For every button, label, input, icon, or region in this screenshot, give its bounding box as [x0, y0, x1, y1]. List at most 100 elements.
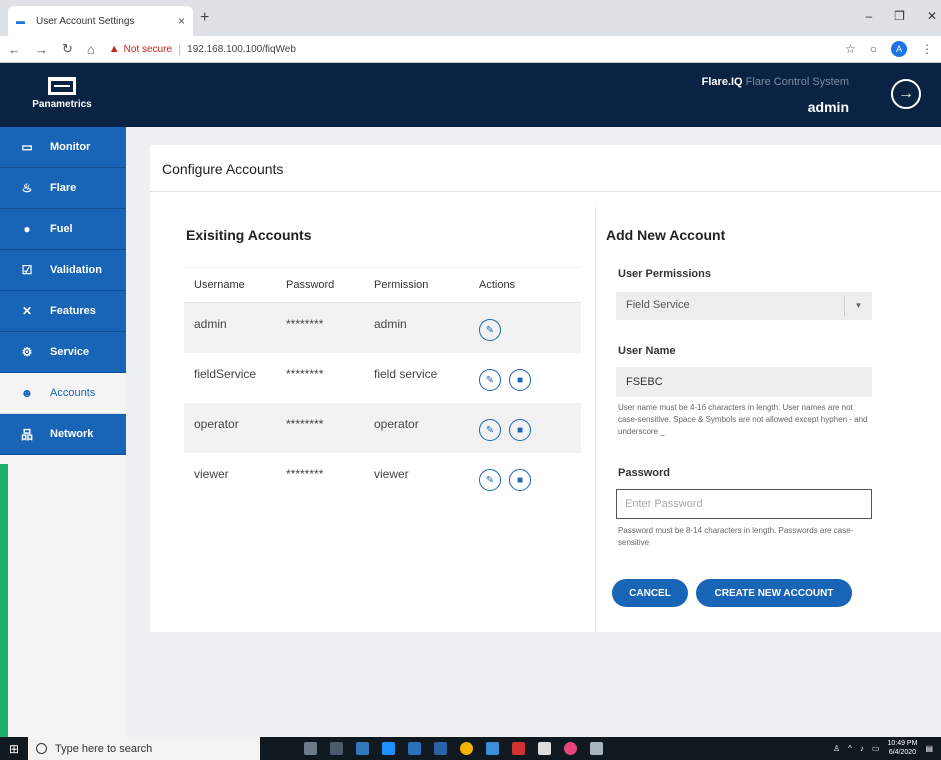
delete-trash-icon[interactable]: ■	[509, 469, 531, 491]
calculator-icon[interactable]	[330, 742, 343, 755]
sidebar-item-label: Validation	[50, 264, 102, 276]
reload-icon[interactable]: ↻	[62, 41, 73, 57]
username-input[interactable]: FSEBC	[616, 367, 872, 397]
row-password: ********	[286, 417, 324, 431]
sidebar-item-label: Monitor	[50, 141, 91, 153]
clock[interactable]: 10:49 PM 6/4/2020	[887, 739, 917, 757]
sidebar-item-service[interactable]: ⚙ Service	[0, 332, 126, 373]
col-username: Username	[194, 279, 245, 291]
cancel-button[interactable]: CANCEL	[612, 579, 688, 607]
edit-pencil-icon[interactable]: ✎	[479, 369, 501, 391]
people-icon[interactable]: ♙	[833, 744, 840, 753]
task-view-icon[interactable]	[304, 742, 317, 755]
row-password: ********	[286, 467, 324, 481]
url-text[interactable]: 192.168.100.100/fiqWeb	[187, 44, 296, 55]
sidebar-item-features[interactable]: ✕ Features	[0, 291, 126, 332]
photos-icon[interactable]	[590, 742, 603, 755]
password-input[interactable]	[616, 489, 872, 519]
permissions-label: User Permissions	[618, 268, 711, 280]
home-icon[interactable]: ⌂	[87, 42, 95, 57]
network-app-icon[interactable]	[486, 742, 499, 755]
drop-icon: ●	[23, 222, 31, 236]
page-title: Configure Accounts	[162, 161, 284, 177]
address-bar-actions: ☆ ○ A ⋮	[845, 41, 933, 57]
row-permission: field service	[374, 367, 438, 381]
more-menu-icon[interactable]: ⋮	[921, 42, 933, 56]
create-account-button[interactable]: CREATE NEW ACCOUNT	[696, 579, 852, 607]
password-hint: Password must be 8-14 characters in leng…	[618, 526, 854, 547]
sidebar-item-fuel[interactable]: ● Fuel	[0, 209, 126, 250]
extension-icon[interactable]: ○	[870, 42, 877, 56]
minimize-icon[interactable]: –	[865, 9, 872, 23]
row-actions: ✎	[479, 317, 581, 341]
taskbar-apps	[304, 742, 603, 755]
taskbar-search-text: Type here to search	[55, 742, 153, 755]
edit-pencil-icon[interactable]: ✎	[479, 319, 501, 341]
product-name-bold: Flare.IQ	[701, 76, 743, 88]
row-username: viewer	[194, 467, 229, 481]
table-row: fieldService ******** field service ✎ ■	[184, 353, 581, 403]
edge-icon[interactable]	[356, 742, 369, 755]
warning-icon[interactable]: ▲	[109, 43, 120, 55]
sidebar-item-monitor[interactable]: ▭ Monitor	[0, 127, 126, 168]
not-secure-label[interactable]: Not secure	[124, 44, 172, 55]
edit-pencil-icon[interactable]: ✎	[479, 419, 501, 441]
app-header: Panametrics Flare.IQ Flare Control Syste…	[0, 63, 941, 127]
back-icon[interactable]: ←	[8, 42, 21, 57]
add-account-title: Add New Account	[606, 227, 726, 243]
chrome-icon[interactable]	[460, 742, 473, 755]
tools-icon: ✕	[21, 304, 33, 318]
forward-icon[interactable]: →	[35, 42, 48, 57]
sidebar-item-label: Service	[50, 346, 90, 358]
row-permission: admin	[374, 317, 407, 331]
sidebar-item-validation[interactable]: ☑ Validation	[0, 250, 126, 291]
restore-icon[interactable]: ❐	[894, 9, 905, 23]
check-icon: ☑	[21, 263, 33, 277]
delete-trash-icon[interactable]: ■	[509, 369, 531, 391]
new-tab-button[interactable]: +	[200, 9, 209, 27]
maps-icon[interactable]	[564, 742, 577, 755]
sidebar-item-accounts[interactable]: ☻ Accounts	[0, 373, 126, 414]
browser-tab[interactable]: ▬ User Account Settings ×	[8, 6, 193, 36]
taskbar-search[interactable]: Type here to search	[28, 737, 260, 760]
delete-trash-icon[interactable]: ■	[509, 419, 531, 441]
display-icon[interactable]: ▭	[872, 744, 880, 753]
main-content: Configure Accounts Exisiting Accounts Us…	[126, 127, 941, 737]
accounts-card: Configure Accounts Exisiting Accounts Us…	[150, 145, 941, 632]
edit-pencil-icon[interactable]: ✎	[479, 469, 501, 491]
windows-start-icon[interactable]: ⊞	[0, 742, 28, 756]
tab-close-icon[interactable]: ×	[178, 14, 185, 28]
sidebar-item-network[interactable]: 品 Network	[0, 414, 126, 455]
notifications-icon[interactable]: ▤	[925, 744, 933, 753]
sidebar-item-flare[interactable]: ♨ Flare	[0, 168, 126, 209]
close-window-icon[interactable]: ✕	[927, 9, 937, 23]
app-icon[interactable]	[434, 742, 447, 755]
bookmark-star-icon[interactable]: ☆	[845, 42, 856, 56]
tab-title: User Account Settings	[36, 15, 135, 27]
url-separator: |	[178, 42, 182, 56]
settings-icon[interactable]	[538, 742, 551, 755]
windows-taskbar: ⊞ Type here to search ♙ ^ ♪ ▭ 10:49 PM 6…	[0, 737, 941, 760]
permissions-value: Field Service	[626, 299, 690, 311]
logout-icon[interactable]: →	[891, 79, 921, 109]
permissions-select[interactable]: Field Service ▼	[616, 292, 872, 320]
gears-icon: ⚙	[21, 345, 33, 359]
file-explorer-icon[interactable]	[408, 742, 421, 755]
monitor-icon: ▭	[21, 140, 33, 154]
accent-strip	[0, 464, 8, 737]
pdf-icon[interactable]	[512, 742, 525, 755]
row-actions: ✎ ■	[479, 467, 581, 491]
section-divider	[595, 207, 596, 632]
caret-down-icon[interactable]: ▼	[844, 296, 872, 316]
current-user: admin	[807, 99, 849, 115]
table-row: viewer ******** viewer ✎ ■	[184, 453, 581, 503]
sidebar-item-label: Fuel	[50, 223, 73, 235]
row-permission: operator	[374, 417, 419, 431]
profile-avatar-icon[interactable]: A	[891, 41, 907, 57]
system-tray: ♙ ^ ♪ ▭ 10:49 PM 6/4/2020 ▤	[833, 739, 933, 757]
username-hint: User name must be 4-16 characters in len…	[618, 403, 868, 436]
col-password: Password	[286, 279, 335, 291]
ie-icon[interactable]	[382, 742, 395, 755]
tray-chevron-icon[interactable]: ^	[848, 744, 852, 753]
volume-icon[interactable]: ♪	[860, 744, 864, 753]
